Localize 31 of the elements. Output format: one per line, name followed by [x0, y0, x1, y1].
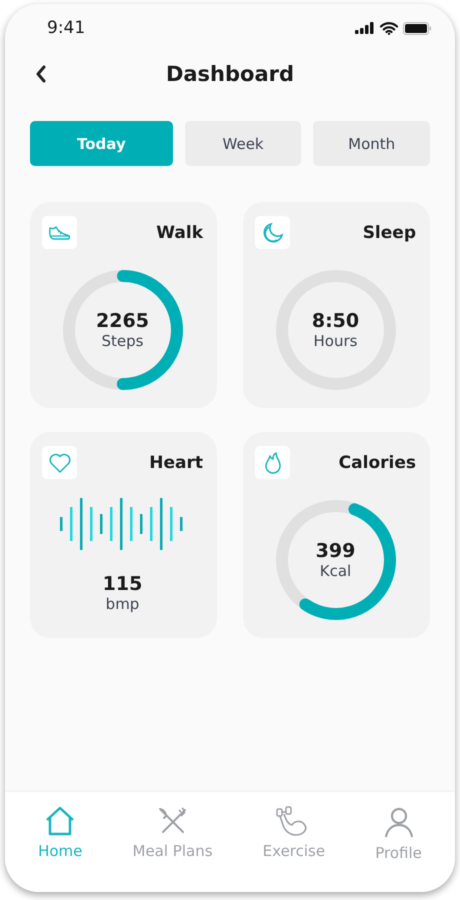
period-tab[interactable]: Week: [184, 121, 302, 166]
signal-icon: [355, 22, 375, 34]
flame-icon: [255, 446, 290, 479]
card-title: Calories: [338, 452, 416, 472]
back-icon[interactable]: [35, 65, 47, 83]
metric-value: 2265: [96, 310, 149, 332]
person-icon: [382, 806, 415, 838]
moon-icon: [255, 216, 290, 249]
nav-tab[interactable]: Meal Plans: [128, 804, 217, 862]
metric-unit: Kcal: [320, 562, 352, 580]
battery-icon: [403, 22, 431, 34]
metric-value: 399: [316, 540, 356, 562]
metric-unit: Hours: [314, 332, 358, 350]
page-title: Dashboard: [166, 62, 294, 86]
card-title: Sleep: [362, 222, 416, 242]
period-tab[interactable]: Month: [313, 121, 430, 166]
status-time: 9:41: [47, 18, 86, 38]
card-title: Heart: [149, 452, 203, 472]
nav-tab[interactable]: Exercise: [258, 804, 330, 862]
card-title: Walk: [156, 222, 203, 242]
nav-tab[interactable]: Profile: [371, 804, 426, 864]
wifi-icon: [380, 22, 398, 34]
metric-value: 8:50: [312, 310, 360, 332]
metric-unit: bmp: [106, 595, 140, 613]
metric-value: 115: [102, 573, 142, 595]
house-icon: [44, 806, 76, 836]
period-tab[interactable]: Today: [30, 121, 173, 166]
shoe-icon: [42, 216, 77, 249]
metric-unit: Steps: [102, 332, 144, 350]
fork-and-spoon-icon: [156, 806, 189, 836]
nav-tab[interactable]: Home: [34, 804, 86, 862]
